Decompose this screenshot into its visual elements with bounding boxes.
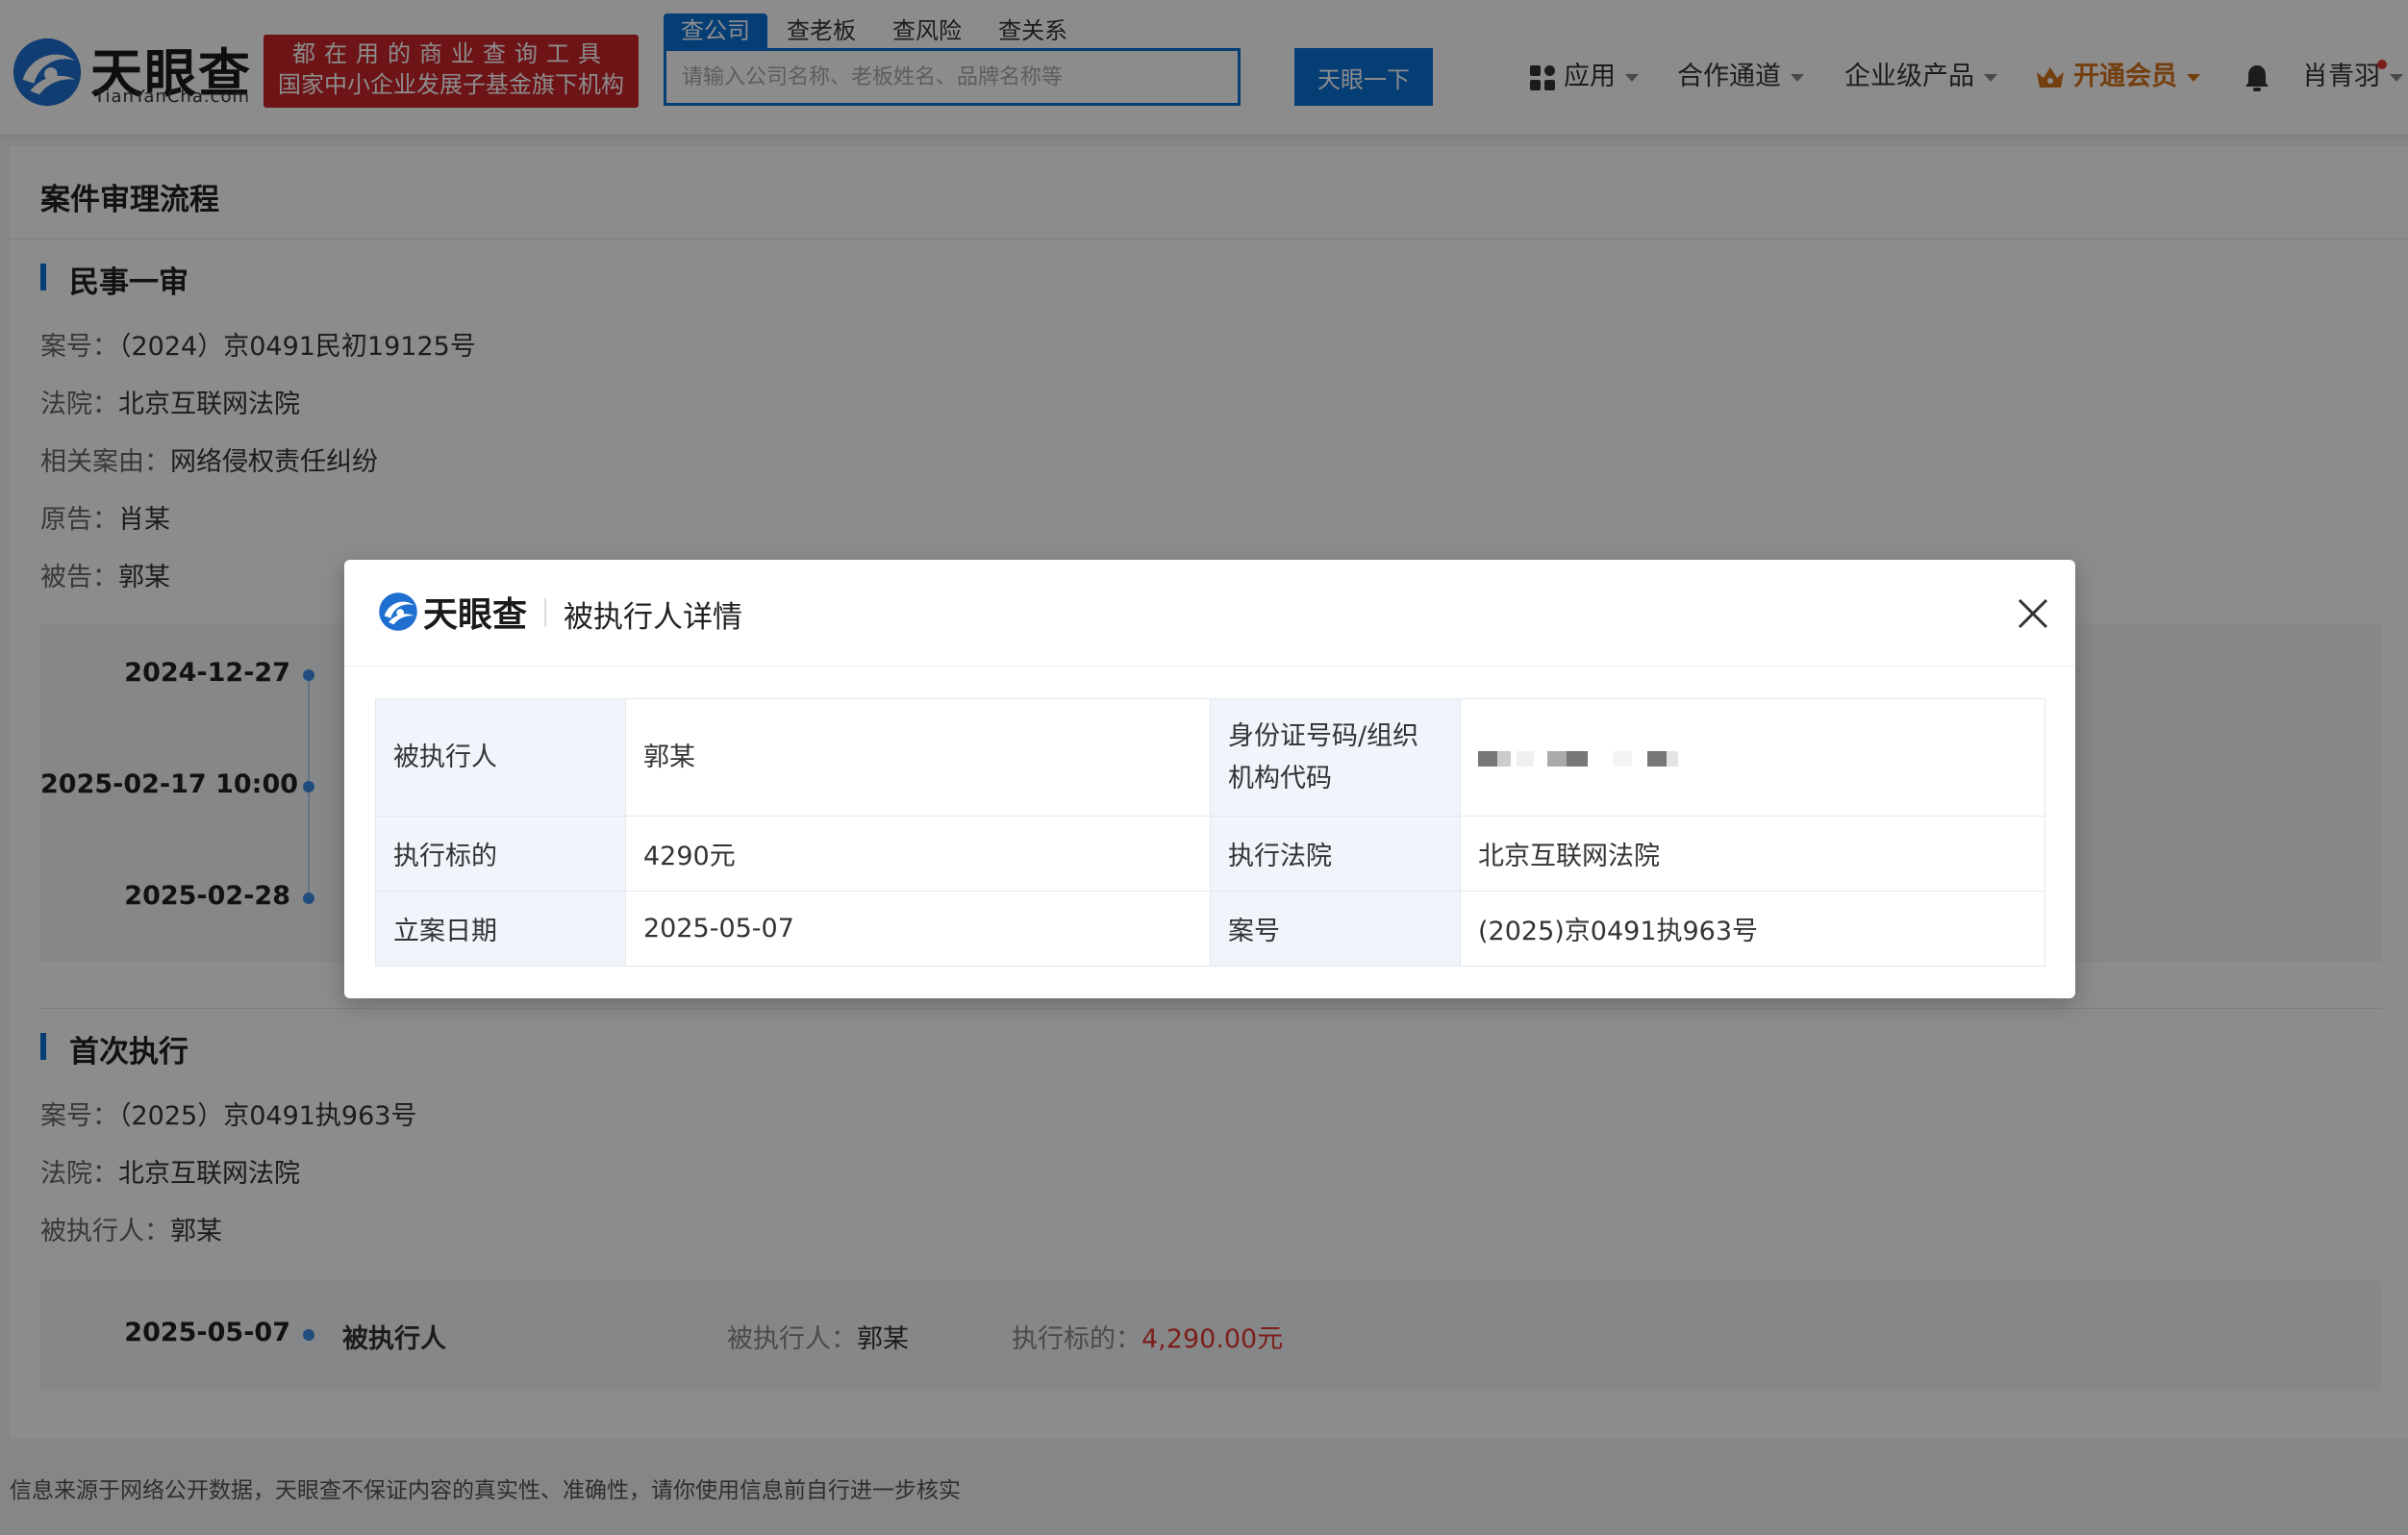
- close-icon[interactable]: [2014, 594, 2052, 633]
- table-row: 执行标的 4290元 执行法院 北京互联网法院: [375, 816, 2045, 892]
- field-value: 郭某: [625, 698, 1211, 817]
- executed-person-detail-modal: 天眼查 被执行人详情 被执行人 郭某 身份证号码/组织机构代码 执行标的 429…: [344, 560, 2075, 998]
- field-label: 案号: [1210, 891, 1461, 967]
- modal-title: 被执行人详情: [564, 600, 742, 635]
- detail-table: 被执行人 郭某 身份证号码/组织机构代码 执行标的 4290元 执行法院 北京互…: [375, 698, 2045, 967]
- field-label: 执行法院: [1210, 816, 1461, 892]
- field-label: 立案日期: [375, 891, 626, 967]
- table-row: 立案日期 2025-05-07 案号 (2025)京0491执963号: [375, 891, 2045, 967]
- modal-header: 天眼查 被执行人详情: [344, 560, 2075, 667]
- field-value[interactable]: 北京互联网法院: [1460, 816, 2045, 892]
- field-value: (2025)京0491执963号: [1460, 891, 2045, 967]
- logo-separator: [544, 598, 546, 627]
- tianyancha-logo-icon: [379, 592, 417, 631]
- field-label: 被执行人: [375, 698, 626, 817]
- modal-logo-text: 天眼查: [423, 595, 528, 635]
- field-value-id-redacted: [1460, 698, 2045, 817]
- field-label: 身份证号码/组织机构代码: [1210, 698, 1461, 817]
- table-row: 被执行人 郭某 身份证号码/组织机构代码: [375, 698, 2045, 817]
- field-value: 2025-05-07: [625, 891, 1211, 967]
- field-label: 执行标的: [375, 816, 626, 892]
- redacted-id-blocks: [1478, 751, 1678, 767]
- field-value: 4290元: [625, 816, 1211, 892]
